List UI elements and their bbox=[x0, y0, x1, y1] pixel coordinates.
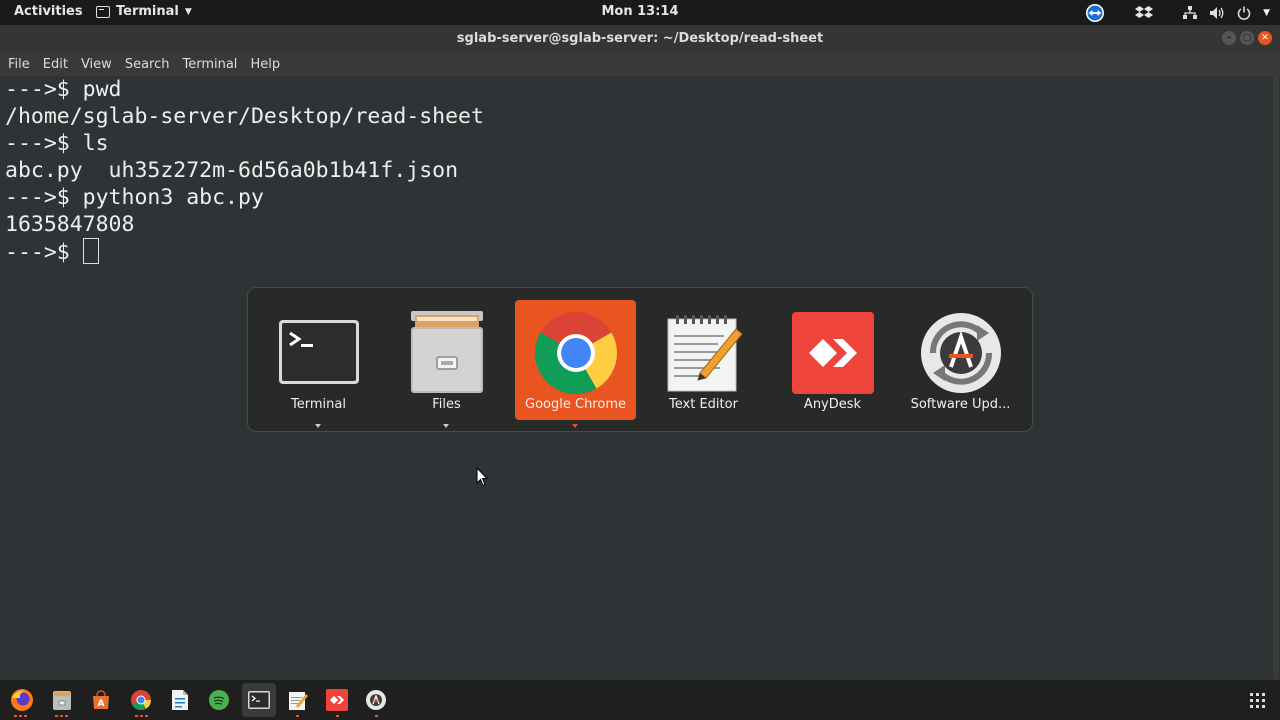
switcher-label: Google Chrome bbox=[525, 397, 626, 412]
files-icon bbox=[410, 311, 483, 393]
app-menu-button[interactable]: Terminal ▼ bbox=[96, 4, 192, 19]
mouse-pointer-icon bbox=[476, 467, 488, 487]
menu-search[interactable]: Search bbox=[125, 57, 170, 72]
menu-bar: File Edit View Search Terminal Help bbox=[0, 52, 1280, 76]
maximize-icon: □ bbox=[1242, 33, 1252, 43]
anydesk-icon bbox=[791, 312, 874, 394]
terminal-line: --->$ python3 abc.py bbox=[5, 185, 264, 210]
window-indicator bbox=[572, 424, 578, 428]
system-tray: ▼ bbox=[1085, 2, 1270, 23]
menu-view[interactable]: View bbox=[81, 57, 112, 72]
switcher-item-terminal[interactable]: Terminal bbox=[258, 300, 379, 428]
clock[interactable]: Mon 13:14 bbox=[601, 4, 678, 19]
switcher-item-software-updater[interactable]: Software Upd... bbox=[900, 300, 1021, 420]
power-icon[interactable] bbox=[1237, 3, 1251, 23]
dock-item-terminal[interactable] bbox=[242, 683, 276, 717]
switcher-label: Text Editor bbox=[669, 397, 738, 412]
show-applications-icon[interactable] bbox=[1250, 693, 1266, 709]
dock-item-files[interactable] bbox=[49, 687, 75, 713]
terminal-icon bbox=[248, 691, 270, 709]
chevron-down-icon[interactable]: ▼ bbox=[1263, 3, 1270, 23]
libreoffice-writer-icon bbox=[172, 690, 188, 710]
text-editor-icon bbox=[289, 692, 308, 710]
switcher-label: Terminal bbox=[291, 397, 346, 412]
window-indicator bbox=[443, 424, 449, 428]
spotify-icon bbox=[209, 690, 229, 710]
software-updater-icon bbox=[920, 313, 1001, 393]
terminal-line: --->$ ls bbox=[5, 131, 109, 156]
window-title: sglab-server@sglab-server: ~/Desktop/rea… bbox=[456, 31, 824, 46]
switcher-item-text-editor[interactable]: Text Editor bbox=[643, 300, 764, 420]
scrollbar-thumb[interactable] bbox=[1273, 76, 1279, 680]
dock-item-software-updater[interactable] bbox=[363, 687, 389, 713]
dock-item-chrome[interactable] bbox=[128, 687, 154, 713]
terminal-line: --->$ pwd bbox=[5, 77, 122, 102]
running-indicator bbox=[336, 715, 339, 717]
volume-icon[interactable] bbox=[1209, 3, 1225, 23]
running-indicator bbox=[14, 715, 27, 717]
menu-terminal[interactable]: Terminal bbox=[182, 57, 237, 72]
terminal-line: /home/sglab-server/Desktop/read-sheet bbox=[5, 104, 484, 129]
dock-item-writer[interactable] bbox=[167, 687, 193, 713]
close-button[interactable]: ✕ bbox=[1258, 31, 1272, 45]
chrome-icon bbox=[534, 312, 617, 394]
dock-item-spotify[interactable] bbox=[206, 687, 232, 713]
app-menu-label: Terminal bbox=[116, 4, 179, 19]
running-indicator bbox=[55, 715, 68, 717]
anydesk-icon bbox=[326, 689, 348, 711]
app-switcher: Terminal Files Google Chrome Text Editor… bbox=[247, 287, 1033, 432]
window-indicator bbox=[315, 424, 321, 428]
software-updater-icon bbox=[366, 690, 386, 710]
terminal-line: abc.py uh35z272m-6d56a0b1b41f.json bbox=[5, 158, 459, 183]
chevron-down-icon: ▼ bbox=[184, 6, 192, 17]
running-indicator bbox=[296, 715, 299, 717]
chrome-icon bbox=[131, 690, 152, 711]
software-center-icon: A bbox=[93, 690, 109, 709]
switcher-item-google-chrome[interactable]: Google Chrome bbox=[515, 300, 636, 428]
minimize-icon: – bbox=[1226, 33, 1232, 43]
window-controls: – □ ✕ bbox=[1222, 31, 1272, 45]
files-icon bbox=[53, 691, 71, 710]
window-titlebar[interactable]: sglab-server@sglab-server: ~/Desktop/rea… bbox=[0, 25, 1280, 52]
teamviewer-icon[interactable] bbox=[1085, 3, 1105, 23]
dropbox-icon[interactable] bbox=[1135, 3, 1154, 23]
menu-file[interactable]: File bbox=[8, 57, 30, 72]
switcher-item-files[interactable]: Files bbox=[386, 300, 507, 428]
network-icon[interactable] bbox=[1183, 3, 1198, 23]
terminal-cursor bbox=[82, 238, 99, 264]
switcher-label: Files bbox=[432, 397, 461, 412]
switcher-item-anydesk[interactable]: AnyDesk bbox=[772, 300, 893, 420]
terminal-prompt: --->$ bbox=[5, 240, 83, 265]
minimize-button[interactable]: – bbox=[1222, 31, 1236, 45]
menu-help[interactable]: Help bbox=[250, 57, 280, 72]
terminal-scrollbar[interactable] bbox=[1273, 76, 1279, 680]
close-icon: ✕ bbox=[1261, 33, 1269, 43]
dock-item-firefox[interactable] bbox=[9, 687, 35, 713]
dock-item-anydesk[interactable] bbox=[324, 687, 350, 713]
dock-item-text-editor[interactable] bbox=[285, 687, 311, 713]
dock-item-software-center[interactable]: A bbox=[88, 687, 114, 713]
switcher-label: AnyDesk bbox=[803, 397, 862, 412]
switcher-label: Software Upd... bbox=[910, 397, 1011, 412]
running-indicator bbox=[375, 715, 378, 717]
dock: A bbox=[0, 680, 1280, 720]
activities-button[interactable]: Activities bbox=[14, 4, 83, 19]
terminal-icon bbox=[278, 320, 359, 384]
svg-text:A: A bbox=[98, 699, 105, 709]
terminal-icon bbox=[96, 5, 110, 18]
menu-edit[interactable]: Edit bbox=[43, 57, 68, 72]
top-bar: Activities Terminal ▼ Mon 13:14 ▼ bbox=[0, 0, 1280, 25]
firefox-icon bbox=[11, 689, 33, 711]
maximize-button[interactable]: □ bbox=[1240, 31, 1254, 45]
terminal-line: 1635847808 bbox=[5, 212, 135, 237]
running-indicator bbox=[135, 715, 148, 717]
text-editor-icon bbox=[667, 315, 743, 392]
terminal-prompt-line: --->$ bbox=[5, 238, 1275, 265]
